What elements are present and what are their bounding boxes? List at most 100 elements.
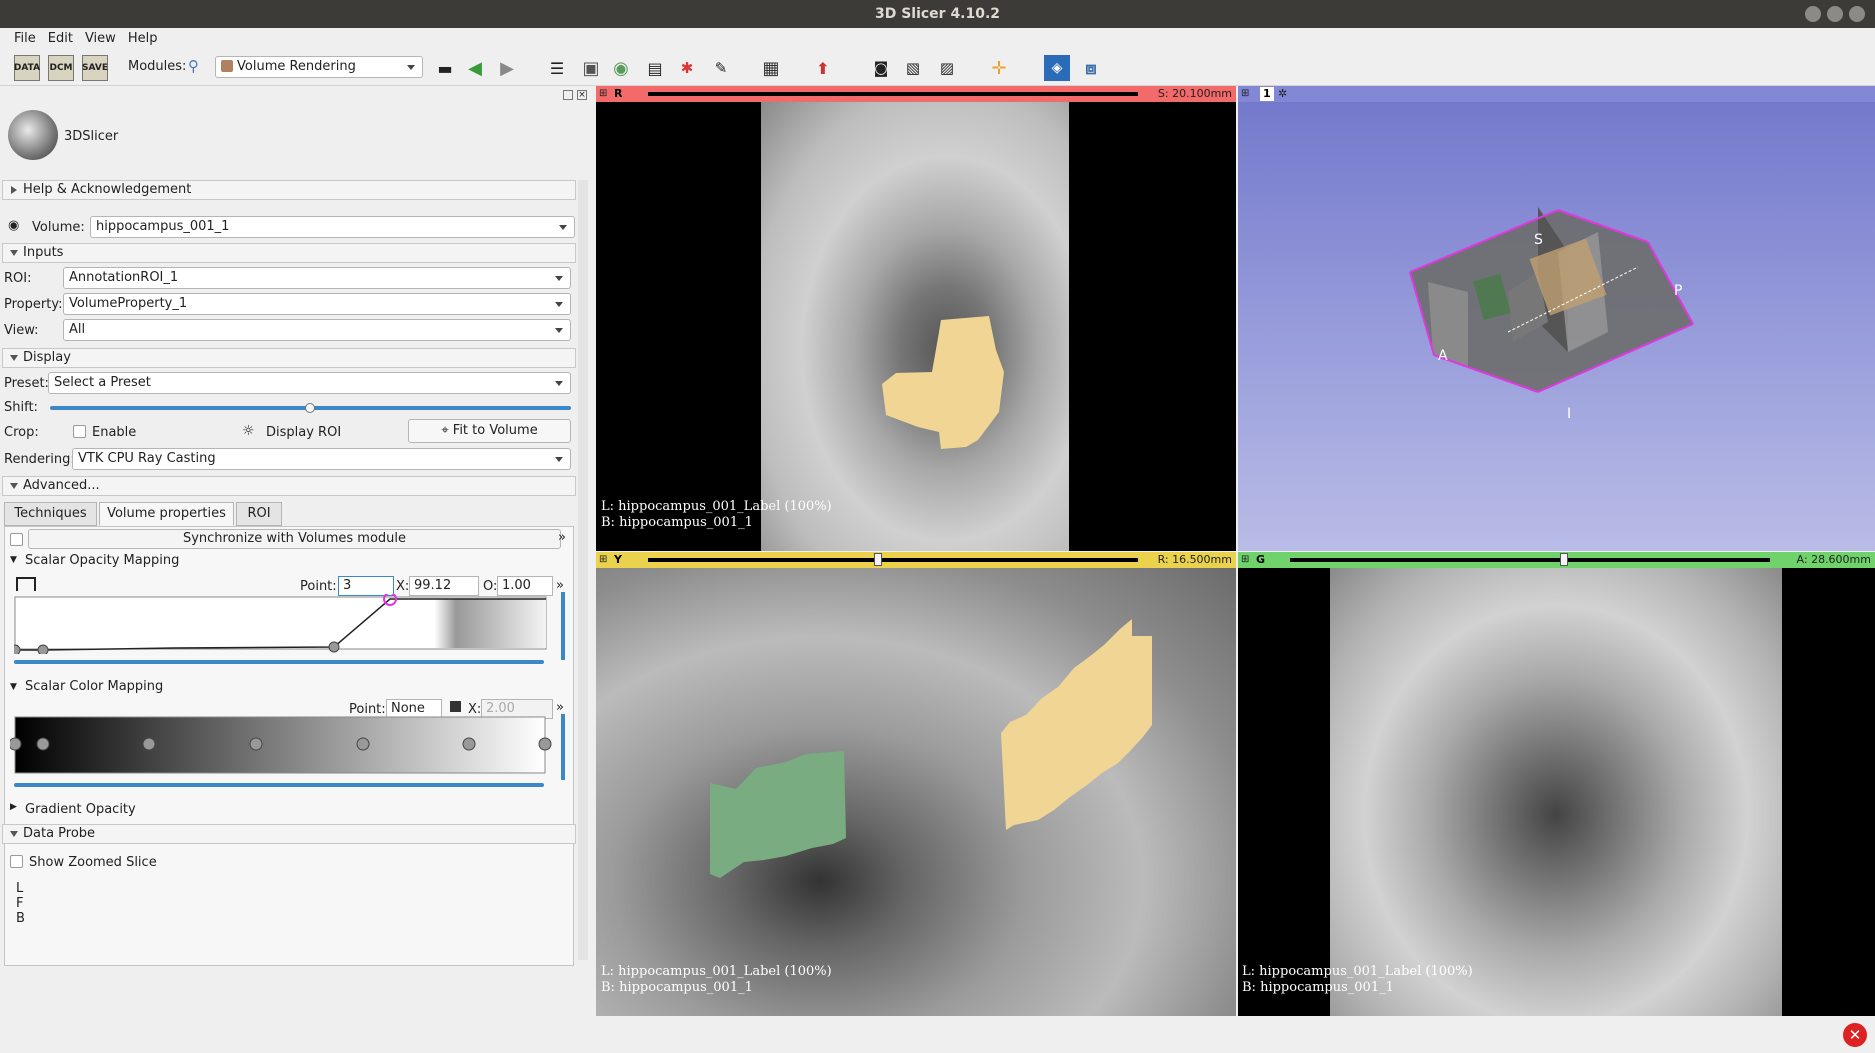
roi-value: AnnotationROI_1: [69, 270, 179, 285]
crosshair-icon[interactable]: ✛: [986, 55, 1012, 81]
dicom-button[interactable]: DCM: [48, 55, 74, 81]
transforms-module-icon[interactable]: ▤: [642, 55, 668, 81]
enable-crop-checkbox[interactable]: [73, 425, 86, 438]
scalar-color-toggle-icon[interactable]: ▼: [10, 682, 17, 692]
pin-icon[interactable]: ⊞: [599, 554, 607, 565]
green-slice-view[interactable]: L: hippocampus_001_Label (100%) B: hippo…: [1238, 568, 1875, 1016]
fit-label: Fit to Volume: [452, 423, 538, 438]
opacity-range-slider[interactable]: [14, 660, 544, 664]
preset-selector[interactable]: Select a Preset: [48, 372, 571, 394]
threed-view[interactable]: S P A I: [1238, 102, 1875, 551]
close-window-button[interactable]: [1849, 6, 1865, 22]
threed-view-settings-icon[interactable]: ✲: [1278, 87, 1287, 100]
mouse-mode-icon[interactable]: ⬆: [810, 55, 836, 81]
color-transfer-function[interactable]: [10, 714, 560, 776]
layout-icon[interactable]: ▦: [758, 55, 784, 81]
color-range-slider[interactable]: [14, 783, 544, 787]
scene-view-icon[interactable]: ▧: [900, 55, 926, 81]
opacity-x-spin[interactable]: 99.12: [409, 576, 479, 596]
python-console-icon[interactable]: ⧈: [1078, 55, 1104, 81]
back-arrow-icon[interactable]: ◀: [462, 55, 488, 81]
volumes-module-icon[interactable]: ▣: [578, 55, 604, 81]
maximize-button[interactable]: [1827, 6, 1843, 22]
markups-module-icon[interactable]: ✱: [674, 55, 700, 81]
menu-edit[interactable]: Edit: [42, 28, 79, 50]
panel-scrollbar[interactable]: [578, 180, 588, 960]
menu-file[interactable]: File: [8, 28, 42, 50]
save-button[interactable]: SAVE: [82, 55, 108, 81]
opacity-o-spin[interactable]: 1.00: [497, 576, 553, 596]
capture-icon[interactable]: ▨: [934, 55, 960, 81]
yellow-offset-value: R: 16.500mm: [1157, 553, 1232, 566]
display-roi-icon[interactable]: ☼: [242, 423, 255, 439]
roi-selector[interactable]: AnnotationROI_1: [63, 267, 571, 289]
logo-text: 3DSlicer: [64, 129, 119, 144]
sync-button[interactable]: Synchronize with Volumes module: [28, 529, 561, 549]
pin-icon[interactable]: ⊞: [599, 88, 607, 99]
minimize-button[interactable]: [1805, 6, 1821, 22]
color-swatch[interactable]: [450, 701, 461, 712]
modules-label: Modules:: [128, 59, 187, 74]
menu-help[interactable]: Help: [122, 28, 164, 50]
opacity-x-label: X:: [396, 579, 410, 594]
red-slice-view[interactable]: L: hippocampus_001_Label (100%) B: hippo…: [596, 102, 1236, 551]
scalar-opacity-toggle-icon[interactable]: ▼: [10, 555, 17, 565]
green-offset-slider[interactable]: [1290, 558, 1770, 562]
opacity-point-spin[interactable]: 3: [338, 576, 394, 596]
tab-roi[interactable]: ROI: [236, 502, 282, 526]
load-data-button[interactable]: DATA: [14, 55, 40, 81]
color-expand-icon[interactable]: »: [556, 700, 564, 715]
tab-volume-properties[interactable]: Volume properties: [99, 502, 234, 526]
shift-label: Shift:: [4, 400, 38, 415]
display-section[interactable]: Display: [2, 348, 576, 368]
property-selector[interactable]: VolumeProperty_1: [63, 293, 571, 315]
sync-expand-icon[interactable]: »: [558, 530, 566, 545]
yellow-offset-thumb[interactable]: [874, 553, 882, 566]
green-offset-thumb[interactable]: [1560, 553, 1568, 566]
opacity-expand-icon[interactable]: »: [556, 578, 564, 593]
tab-volume-properties-label: Volume properties: [107, 506, 226, 521]
color-vertical-slider[interactable]: [561, 714, 565, 780]
sync-label: Synchronize with Volumes module: [182, 531, 407, 546]
gradient-toggle-icon[interactable]: ▶: [10, 802, 17, 812]
menu-view[interactable]: View: [79, 28, 122, 50]
inputs-section[interactable]: Inputs: [2, 243, 576, 263]
models-module-icon[interactable]: ◉: [608, 55, 634, 81]
module-selector[interactable]: Volume Rendering: [215, 56, 423, 78]
sync-checkbox[interactable]: [10, 533, 23, 546]
pulse-shape-icon[interactable]: [16, 577, 36, 591]
advanced-section[interactable]: Advanced...: [2, 476, 576, 496]
volume-selector[interactable]: hippocampus_001_1: [90, 216, 575, 238]
search-icon[interactable]: ⚲: [188, 57, 199, 75]
help-section[interactable]: Help & Acknowledgement: [2, 180, 576, 200]
extension-manager-icon[interactable]: ◈: [1044, 55, 1070, 81]
fit-to-volume-button[interactable]: ⌖ Fit to Volume: [408, 419, 571, 443]
opacity-node: [328, 641, 340, 653]
opacity-transfer-function[interactable]: [14, 594, 558, 654]
close-panel-icon[interactable]: ×: [577, 90, 587, 100]
undock-icon[interactable]: [563, 90, 573, 100]
module-panel: × 3DSlicer Help & Acknowledgement ◉ Volu…: [0, 86, 594, 1053]
forward-arrow-icon[interactable]: ▶: [494, 55, 520, 81]
module-history-icon[interactable]: ▬: [432, 55, 458, 81]
view-selector[interactable]: All: [63, 319, 571, 341]
eye-icon[interactable]: ◉: [8, 218, 19, 233]
yellow-offset-slider[interactable]: [648, 558, 1138, 562]
tab-techniques[interactable]: Techniques: [4, 502, 97, 526]
data-module-icon[interactable]: ☰: [544, 55, 570, 81]
opacity-x-value: 99.12: [414, 578, 452, 593]
editor-module-icon[interactable]: ✎: [708, 55, 734, 81]
screenshot-icon[interactable]: ◙: [868, 55, 894, 81]
opacity-vertical-slider[interactable]: [561, 592, 565, 660]
red-overlay-background: B: hippocampus_001_1: [601, 515, 753, 530]
pin-icon[interactable]: ⊞: [1241, 554, 1249, 565]
rendering-selector[interactable]: VTK CPU Ray Casting: [72, 448, 571, 470]
red-offset-slider[interactable]: [648, 92, 1138, 96]
yellow-slice-view[interactable]: L: hippocampus_001_Label (100%) B: hippo…: [596, 568, 1236, 1016]
pin-icon[interactable]: ⊞: [1241, 88, 1249, 99]
show-zoomed-checkbox[interactable]: [10, 855, 23, 868]
display-roi-label[interactable]: Display ROI: [266, 425, 341, 440]
shift-slider-handle[interactable]: [305, 403, 315, 413]
error-log-icon[interactable]: ✕: [1843, 1023, 1867, 1047]
data-probe-section[interactable]: Data Probe: [2, 824, 576, 844]
